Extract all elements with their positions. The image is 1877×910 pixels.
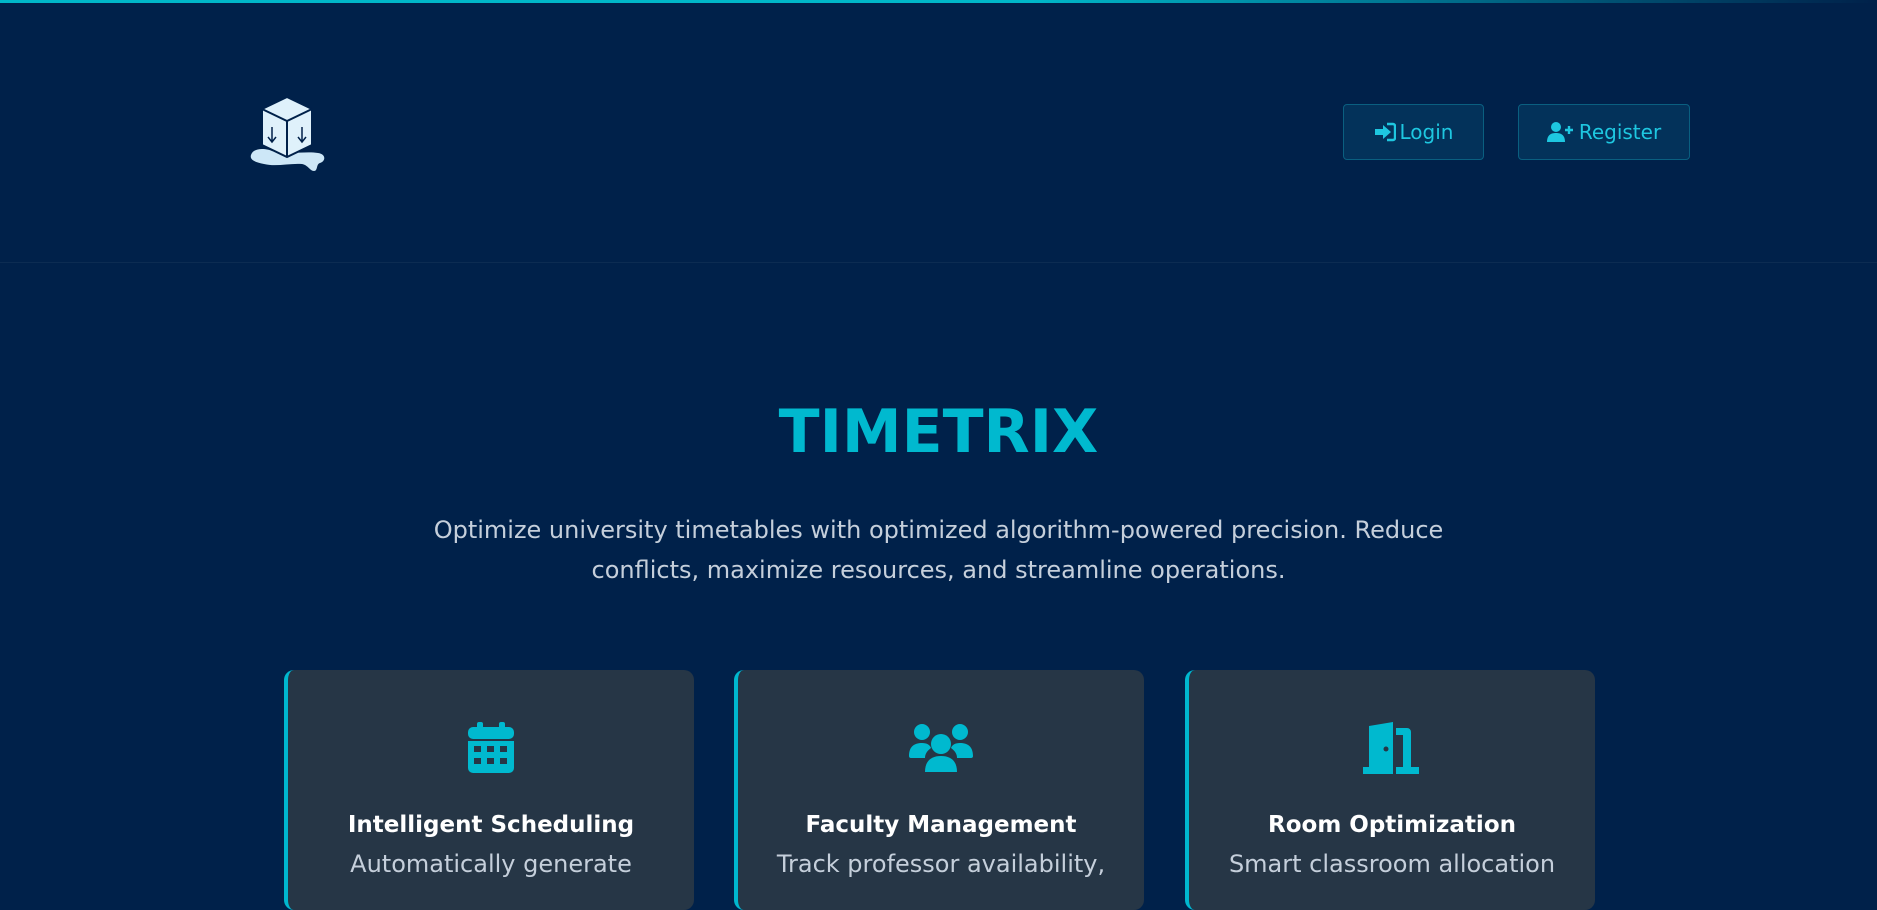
feature-card-scheduling: Intelligent Scheduling Automatically gen… — [284, 670, 694, 910]
feature-title: Faculty Management — [805, 812, 1077, 838]
calendar-icon — [288, 722, 694, 774]
hero-subtitle: Optimize university timetables with opti… — [433, 516, 1444, 584]
feature-title: Intelligent Scheduling — [347, 812, 635, 838]
feature-description: Smart classroom allocation — [1228, 850, 1556, 878]
feature-description: Track professor availability, — [776, 850, 1106, 878]
door-open-icon — [1189, 722, 1595, 774]
hero-title: TIMETRIX — [778, 397, 1099, 467]
feature-description: Automatically generate — [350, 850, 632, 878]
site-header: Login Register — [0, 3, 1877, 263]
login-label: Login — [1399, 120, 1454, 144]
login-button[interactable]: Login — [1343, 104, 1484, 160]
sign-in-icon — [1374, 122, 1396, 142]
feature-card-rooms: Room Optimization Smart classroom alloca… — [1185, 670, 1595, 910]
user-plus-icon — [1546, 121, 1575, 143]
feature-title: Room Optimization — [1268, 812, 1516, 838]
register-button[interactable]: Register — [1518, 104, 1690, 160]
ice-cube-logo-icon[interactable] — [246, 91, 328, 177]
users-icon — [738, 722, 1144, 774]
register-label: Register — [1578, 120, 1662, 144]
feature-card-faculty: Faculty Management Track professor avail… — [734, 670, 1144, 910]
